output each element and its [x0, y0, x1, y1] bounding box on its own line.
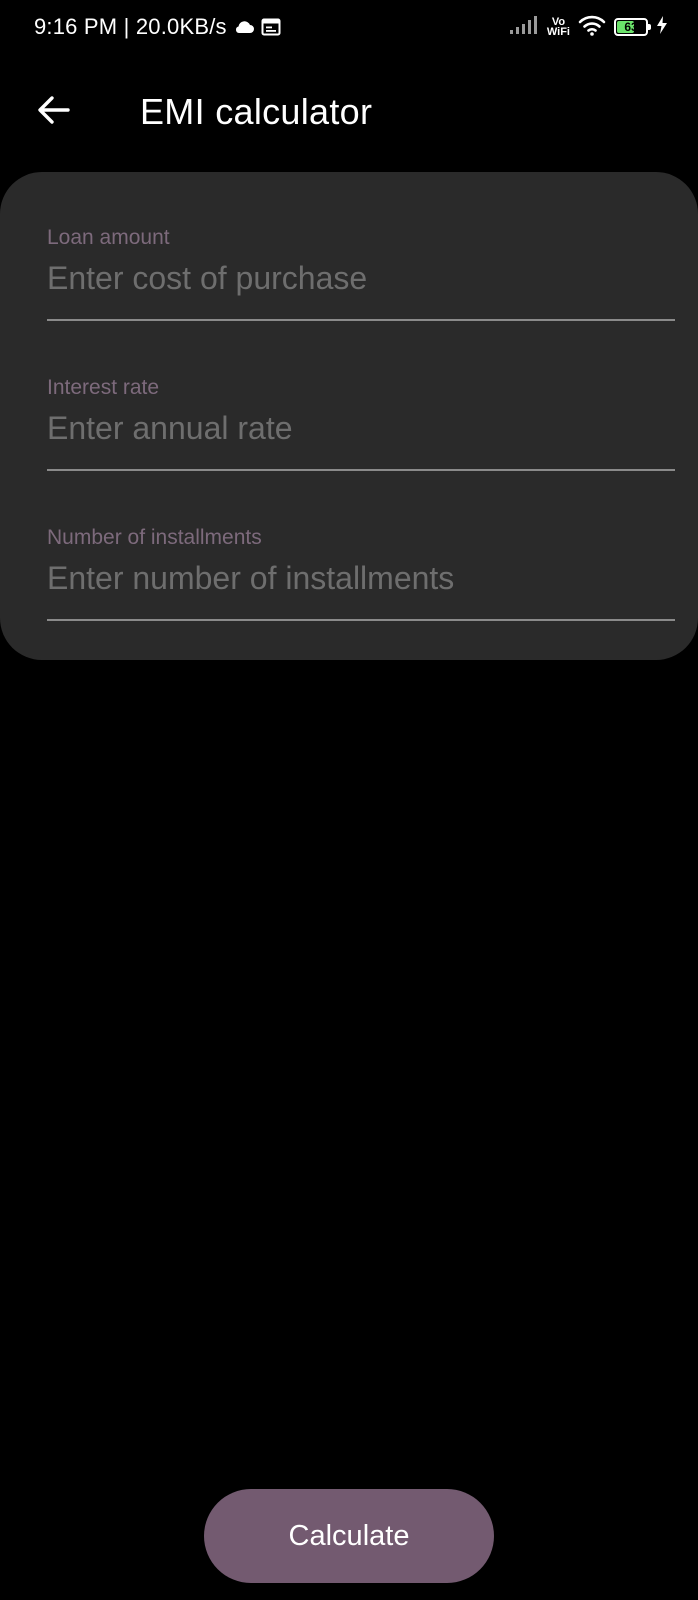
loan-amount-label: Loan amount — [47, 226, 170, 249]
notification-icon — [261, 18, 281, 36]
vowifi-bottom: WiFi — [546, 26, 570, 38]
interest-rate-input[interactable] — [47, 408, 675, 448]
loan-amount-input[interactable] — [47, 258, 675, 298]
interest-rate-field: Interest rate — [47, 322, 675, 471]
wifi-icon — [578, 14, 606, 41]
app-bar: EMI calculator — [0, 70, 698, 154]
form-card: Loan amount Interest rate Number of inst… — [0, 172, 698, 660]
loan-amount-field: Loan amount — [47, 172, 675, 321]
installments-field: Number of installments — [47, 472, 675, 621]
interest-rate-label: Interest rate — [47, 376, 160, 399]
vowifi-icon: Vo WiFi — [546, 17, 570, 38]
signal-icon — [509, 15, 539, 40]
interest-rate-underline — [47, 469, 675, 471]
installments-input[interactable] — [47, 558, 675, 598]
installments-underline — [47, 619, 675, 621]
battery-level: 63 — [624, 20, 638, 34]
status-right: Vo WiFi 63 — [509, 12, 668, 42]
status-left: 9:16 PM | 20.0KB/s — [34, 12, 281, 42]
page-title: EMI calculator — [140, 91, 373, 132]
status-time-speed: 9:16 PM | 20.0KB/s — [34, 14, 227, 39]
calculate-button[interactable]: Calculate — [204, 1489, 494, 1583]
battery-icon: 63 — [614, 18, 651, 36]
charging-icon — [656, 15, 668, 40]
status-bar: 9:16 PM | 20.0KB/s Vo WiFi 63 — [0, 0, 698, 56]
installments-label: Number of installments — [47, 526, 262, 549]
back-button[interactable] — [30, 88, 78, 136]
arrow-left-icon — [37, 95, 71, 130]
cloud-icon — [233, 19, 255, 35]
loan-amount-underline — [47, 319, 675, 321]
